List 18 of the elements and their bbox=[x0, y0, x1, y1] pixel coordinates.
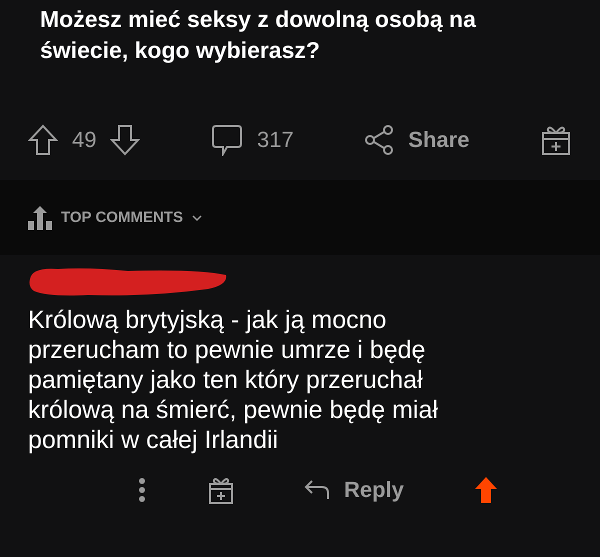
share-button[interactable]: Share bbox=[364, 124, 470, 156]
share-icon bbox=[364, 124, 394, 156]
post-title: Możesz mieć seksy z dowolną osobą na świecie, kogo wybierasz? bbox=[39, 5, 477, 65]
upvote-icon[interactable] bbox=[28, 124, 58, 156]
comment-count: 317 bbox=[257, 127, 294, 153]
more-icon[interactable] bbox=[138, 477, 146, 503]
upvote-icon[interactable] bbox=[474, 476, 498, 504]
reply-arrow-icon bbox=[304, 479, 330, 501]
sort-label[interactable]: TOP COMMENTS bbox=[61, 209, 183, 226]
comment-text: Królową brytyjską - jak ją mocno przerucham to pewnie umrze i będę pamiętany jako ten który przeruchał królową na śmierć, pewnie będę miał pomniki w całej Irlandii bbox=[28, 305, 439, 455]
chevron-icon[interactable] bbox=[190, 214, 203, 222]
gift-icon[interactable] bbox=[540, 124, 572, 156]
bar-chart-icon bbox=[27, 204, 53, 230]
downvote-icon[interactable] bbox=[110, 124, 140, 156]
vote-count: 49 bbox=[72, 127, 96, 153]
comment-icon[interactable] bbox=[211, 124, 244, 156]
reply-button[interactable]: Reply bbox=[304, 477, 404, 503]
gift-icon[interactable] bbox=[208, 476, 234, 504]
